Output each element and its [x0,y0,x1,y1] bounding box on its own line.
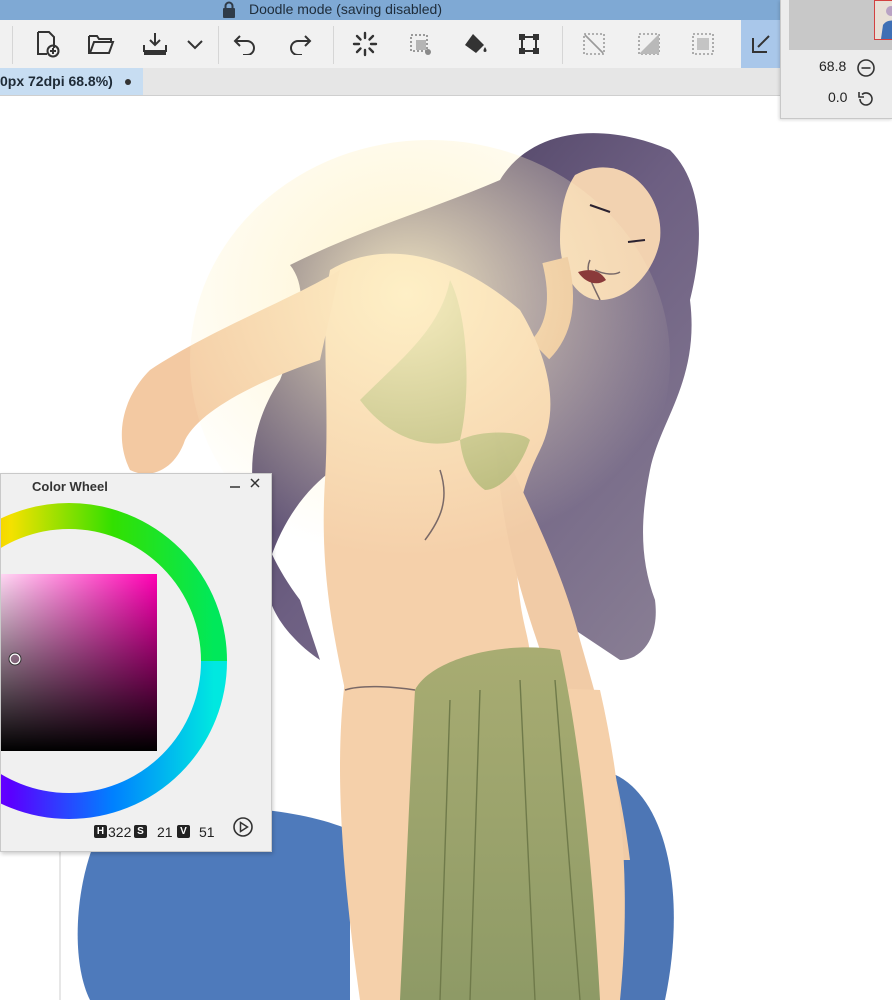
spinner-icon [352,31,378,57]
window-title: Doodle mode (saving disabled) [249,1,442,17]
redo-icon [290,35,312,55]
s-label: S [134,825,147,838]
close-icon[interactable] [247,476,263,494]
spinner-button[interactable] [348,26,382,62]
navigator-thumbnail[interactable] [874,0,892,40]
toolbar-divider [333,26,334,64]
transform-button[interactable] [512,26,546,62]
save-options-button[interactable] [180,26,210,62]
pen-tool-button[interactable] [741,20,780,68]
title-bar: Doodle mode (saving disabled) [0,0,780,20]
color-wheel-header[interactable]: Color Wheel [1,474,271,498]
hsv-values: H 322 S 21 V 51 [1,817,271,842]
folder-open-icon [88,35,115,54]
save-button[interactable] [138,26,172,62]
document-tab-bar: 0px 72dpi 68.8%) [0,68,780,96]
undo-button[interactable] [228,26,262,62]
color-wheel-panel: Color Wheel H 322 S 21 V 51 [0,473,272,852]
new-document-button[interactable] [30,26,64,62]
fill-button[interactable] [458,26,492,62]
h-value[interactable]: 322 [108,824,131,840]
s-value[interactable]: 21 [157,824,173,840]
zoom-row: 68.8 [781,56,892,80]
transform-icon [519,34,539,54]
select-all-button[interactable] [686,26,720,62]
color-picker[interactable] [1,498,271,828]
selection-button[interactable] [403,26,437,62]
lock-icon [220,1,238,22]
invert-selection-button[interactable] [632,26,666,62]
navigator-preview-area[interactable] [789,0,892,50]
rotation-value[interactable]: 0.0 [828,89,847,105]
download-tray-icon [143,33,167,55]
minus-circle-icon[interactable] [856,58,876,81]
invert-selection-icon [638,33,660,55]
select-all-icon [692,33,714,55]
toolbar-divider [562,26,563,64]
open-button[interactable] [84,26,118,62]
toolbar-divider [218,26,219,64]
zoom-value[interactable]: 68.8 [819,58,846,74]
undo-icon [233,35,255,55]
document-tab[interactable]: 0px 72dpi 68.8%) [0,68,143,95]
deselect-icon [583,33,605,55]
new-document-icon [37,31,60,58]
rotation-row: 0.0 [781,87,892,111]
paint-bucket-icon [465,34,487,53]
minimize-icon[interactable] [227,476,243,494]
redo-button[interactable] [283,26,317,62]
navigator-panel: 68.8 0.0 [780,0,892,119]
pen-corner-icon [751,35,770,53]
color-wheel-title: Color Wheel [32,479,108,494]
unsaved-indicator [125,79,131,85]
deselect-button[interactable] [577,26,611,62]
rotate-ccw-icon[interactable] [856,89,876,112]
toolbar-divider [12,26,13,64]
v-label: V [177,825,190,838]
document-tab-label: 0px 72dpi 68.8%) [0,73,113,89]
main-toolbar [0,20,780,69]
chevron-down-icon [187,40,203,50]
h-label: H [94,825,107,838]
selection-dots-icon [410,34,431,55]
v-value[interactable]: 51 [199,824,215,840]
play-circle-icon[interactable] [232,816,254,841]
